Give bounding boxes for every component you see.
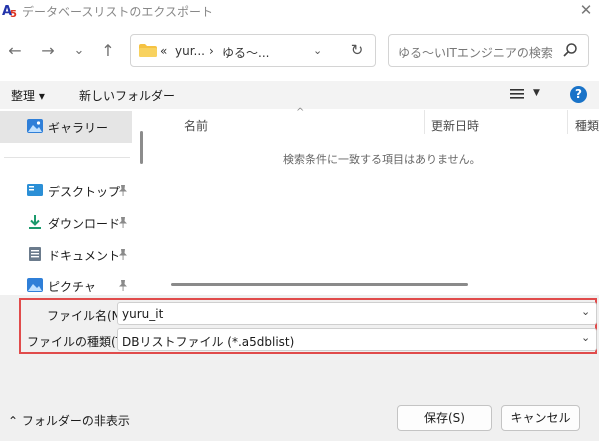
pin-icon xyxy=(118,280,128,294)
sidebar-item-label: ドキュメント xyxy=(48,249,121,263)
save-button[interactable]: 保存(S) xyxy=(397,405,492,431)
filename-field[interactable] xyxy=(117,302,597,325)
empty-message: 検索条件に一致する項目はありません。 xyxy=(283,153,481,166)
filetype-dropdown-chevron[interactable]: ⌄ xyxy=(581,331,590,344)
app-icon: A 5 xyxy=(2,2,19,20)
refresh-button[interactable]: ↻ xyxy=(348,41,366,59)
breadcrumb-separator[interactable]: › xyxy=(209,44,214,58)
document-icon xyxy=(27,247,43,261)
search-placeholder: ゆる～いITエンジニアの検索 xyxy=(398,46,553,60)
sidebar-item-label: ギャラリー xyxy=(48,121,109,135)
breadcrumb-item[interactable]: yur... xyxy=(175,44,205,58)
cancel-button[interactable]: キャンセル xyxy=(501,405,580,431)
address-history-dropdown[interactable]: ⌄ xyxy=(313,44,322,57)
folder-icon xyxy=(139,44,157,57)
svg-text:5: 5 xyxy=(10,9,17,18)
sidebar-scrollbar[interactable] xyxy=(140,131,143,164)
hide-folders-label: フォルダーの非表示 xyxy=(21,414,130,428)
chevron-up-icon: ⌃ xyxy=(8,414,19,428)
download-icon xyxy=(27,215,43,229)
sidebar-item-label: ピクチャ xyxy=(48,280,96,294)
help-icon[interactable]: ? xyxy=(570,86,587,103)
filetype-value[interactable]: DBリストファイル (*.a5dblist) xyxy=(122,333,294,350)
organize-button[interactable]: 整理 ▾ xyxy=(11,87,45,104)
horizontal-scrollbar[interactable] xyxy=(171,283,468,286)
sort-indicator-icon: ^ xyxy=(296,107,305,118)
view-options-dropdown[interactable]: ▼ xyxy=(533,88,540,98)
column-separator[interactable] xyxy=(424,110,425,134)
desktop-icon xyxy=(27,183,43,197)
window-title: データベースリストのエクスポート xyxy=(22,5,214,19)
pin-icon xyxy=(118,185,128,199)
gallery-icon xyxy=(27,119,43,133)
column-header-modified[interactable]: 更新日時 xyxy=(431,117,479,134)
search-icon[interactable] xyxy=(562,42,578,58)
hide-folders-toggle[interactable]: ⌃ フォルダーの非表示 xyxy=(8,412,130,429)
pin-icon xyxy=(118,249,128,263)
column-header-type[interactable]: 種類 xyxy=(575,117,599,134)
address-prefix[interactable]: « xyxy=(160,44,167,58)
new-folder-button[interactable]: 新しいフォルダー xyxy=(79,87,175,104)
column-header-name[interactable]: 名前 xyxy=(184,117,208,134)
recent-locations-button[interactable]: ⌄ xyxy=(68,40,90,62)
close-button[interactable]: ✕ xyxy=(575,1,597,19)
file-list[interactable] xyxy=(148,109,599,295)
pictures-icon xyxy=(27,278,43,292)
pin-icon xyxy=(118,217,128,231)
column-separator[interactable] xyxy=(567,110,568,134)
sidebar-item-label: デスクトップ xyxy=(48,185,121,199)
sidebar-item-label: ダウンロード xyxy=(48,217,121,231)
sidebar-divider xyxy=(4,157,130,158)
back-button[interactable]: ← xyxy=(4,40,26,62)
filename-dropdown-chevron[interactable]: ⌄ xyxy=(581,305,590,318)
up-button[interactable]: ↑ xyxy=(97,40,119,62)
view-list-icon[interactable] xyxy=(510,88,524,100)
filename-value[interactable]: yuru_it xyxy=(122,307,163,321)
forward-button[interactable]: → xyxy=(37,40,59,62)
breadcrumb-item[interactable]: ゆる～... xyxy=(222,44,269,61)
